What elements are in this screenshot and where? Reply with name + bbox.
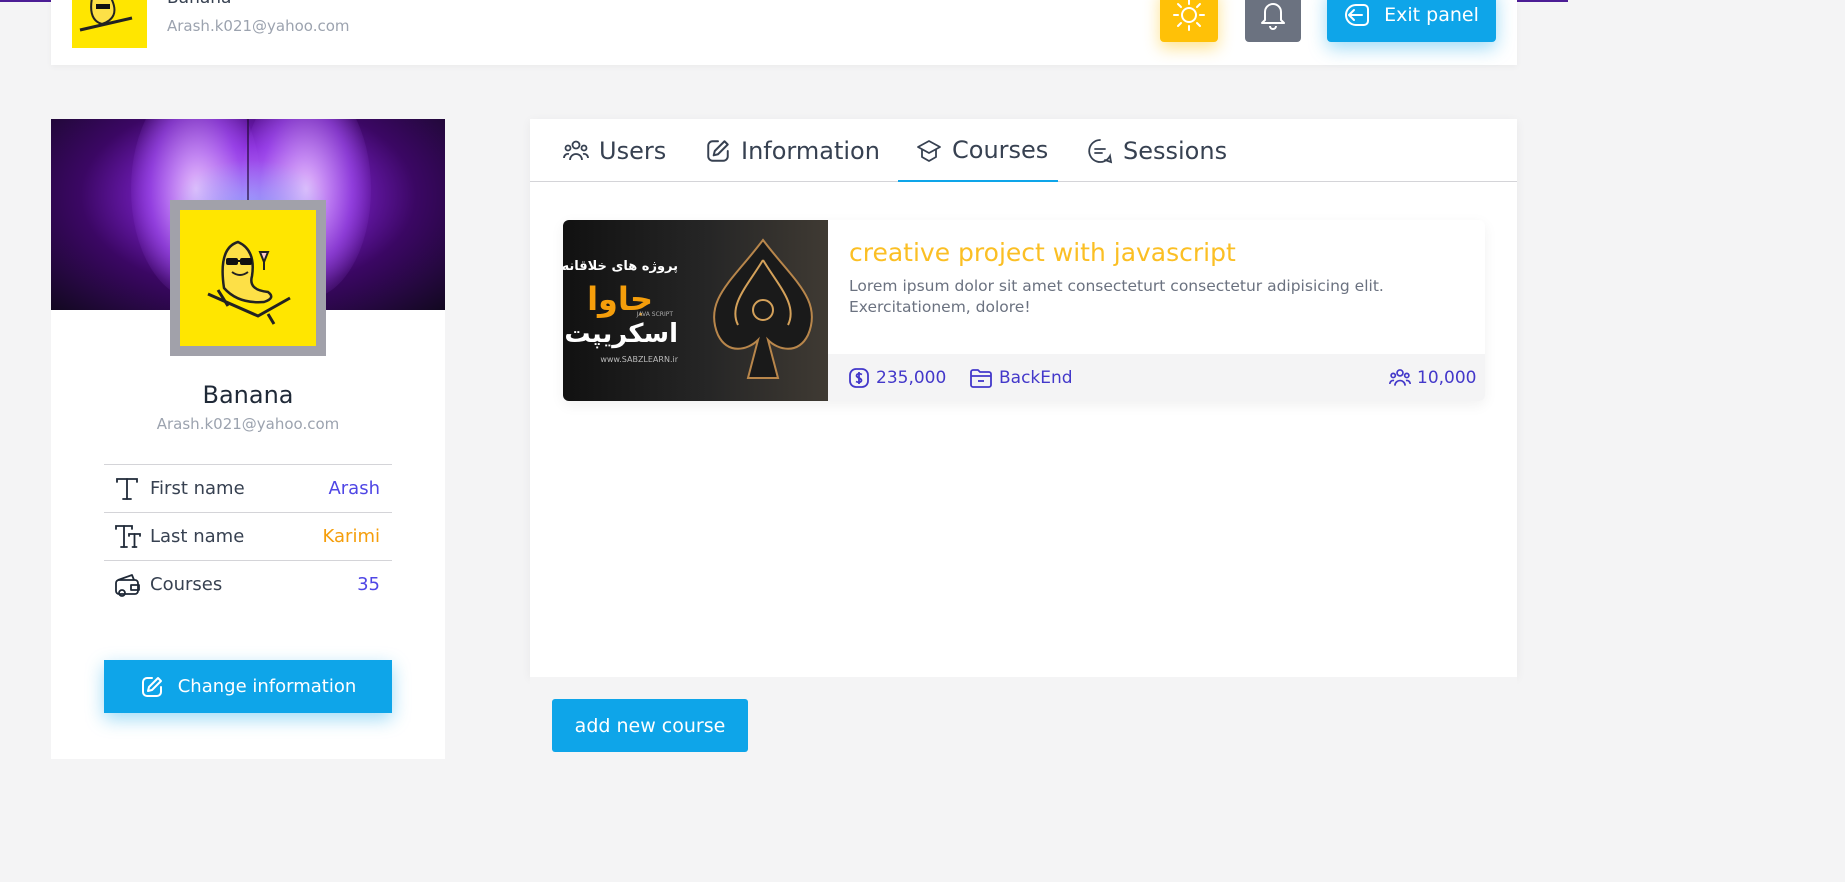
header-avatar[interactable] — [72, 0, 147, 48]
course-category: BackEnd — [969, 354, 1073, 401]
course-thumbnail[interactable]: پروژه های خلاقانه با جاوا JAVA SCRIPT اس… — [563, 220, 828, 401]
course-category-value: BackEnd — [999, 367, 1073, 388]
theme-toggle-button[interactable] — [1160, 0, 1218, 42]
header-user-name: Banana — [167, 0, 231, 8]
tab-users-label: Users — [599, 136, 667, 165]
profile-avatar-frame — [170, 200, 326, 356]
tab-bar: Users Information Courses Sessions — [530, 119, 1517, 182]
header-user-email: Arash.k021@yahoo.com — [167, 17, 350, 35]
svg-text:JAVA SCRIPT: JAVA SCRIPT — [636, 311, 674, 318]
bell-icon — [1259, 0, 1287, 30]
course-students-value: 10,000 — [1417, 367, 1477, 388]
info-label-courses: Courses — [150, 574, 223, 595]
course-title[interactable]: creative project with javascript — [849, 238, 1236, 267]
main-panel: Users Information Courses Sessions پروژه… — [530, 119, 1517, 677]
profile-card: Banana Arash.k021@yahoo.com First name A… — [51, 119, 445, 759]
edit-icon — [705, 138, 731, 164]
tab-information[interactable]: Information — [705, 119, 880, 182]
tab-users[interactable]: Users — [563, 119, 666, 182]
exit-panel-button[interactable]: Exit panel — [1327, 0, 1496, 42]
info-value-first-name: Arash — [328, 478, 380, 499]
profile-email: Arash.k021@yahoo.com — [156, 415, 340, 433]
dollar-icon — [848, 367, 870, 389]
svg-text:www.SABZLEARN.ir: www.SABZLEARN.ir — [600, 355, 678, 364]
info-row-last-name: Last name Karimi — [104, 512, 392, 560]
graduation-cap-icon — [916, 137, 942, 163]
change-information-button[interactable]: Change information — [104, 660, 392, 713]
text-size-icon — [104, 524, 150, 550]
tab-information-label: Information — [741, 136, 880, 165]
change-information-label: Change information — [177, 676, 357, 697]
logout-icon — [1344, 1, 1372, 29]
profile-avatar[interactable] — [180, 210, 316, 346]
course-card[interactable]: پروژه های خلاقانه با جاوا JAVA SCRIPT اس… — [563, 220, 1485, 401]
top-header: Banana Arash.k021@yahoo.com — [51, 0, 1517, 65]
info-label-last-name: Last name — [150, 526, 245, 547]
course-students: 10,000 — [1389, 354, 1476, 401]
text-icon — [104, 476, 150, 502]
course-price-value: 235,000 — [876, 367, 947, 388]
info-value-courses: 35 — [357, 574, 380, 595]
tab-courses[interactable]: Courses — [898, 119, 1059, 182]
info-value-last-name: Karimi — [322, 526, 380, 547]
course-description: Lorem ipsum dolor sit amet consecteturt … — [849, 277, 1384, 316]
tab-courses-label: Courses — [952, 135, 1049, 164]
add-new-course-button[interactable]: add new course — [552, 699, 748, 752]
course-price: 235,000 — [848, 354, 946, 401]
folder-icon — [969, 367, 993, 389]
info-label-first-name: First name — [150, 478, 245, 499]
tab-sessions[interactable]: Sessions — [1087, 119, 1227, 182]
edit-icon — [140, 675, 164, 699]
sun-icon — [1172, 0, 1206, 32]
svg-text:پروژه های خلاقانه با: پروژه های خلاقانه با — [563, 259, 678, 274]
wallet-icon — [104, 572, 150, 598]
exit-panel-label: Exit panel — [1384, 4, 1479, 26]
message-icon — [1087, 138, 1113, 164]
users-icon — [1389, 367, 1411, 389]
tab-sessions-label: Sessions — [1123, 136, 1228, 165]
course-footer: 235,000 BackEnd 10,000 — [828, 354, 1485, 401]
svg-text:اسکریپت: اسکریپت — [564, 319, 678, 349]
info-row-first-name: First name Arash — [104, 464, 392, 512]
info-row-courses: Courses 35 — [104, 560, 392, 608]
notifications-button[interactable] — [1245, 0, 1301, 42]
users-icon — [563, 138, 589, 164]
profile-name: Banana — [202, 381, 294, 409]
